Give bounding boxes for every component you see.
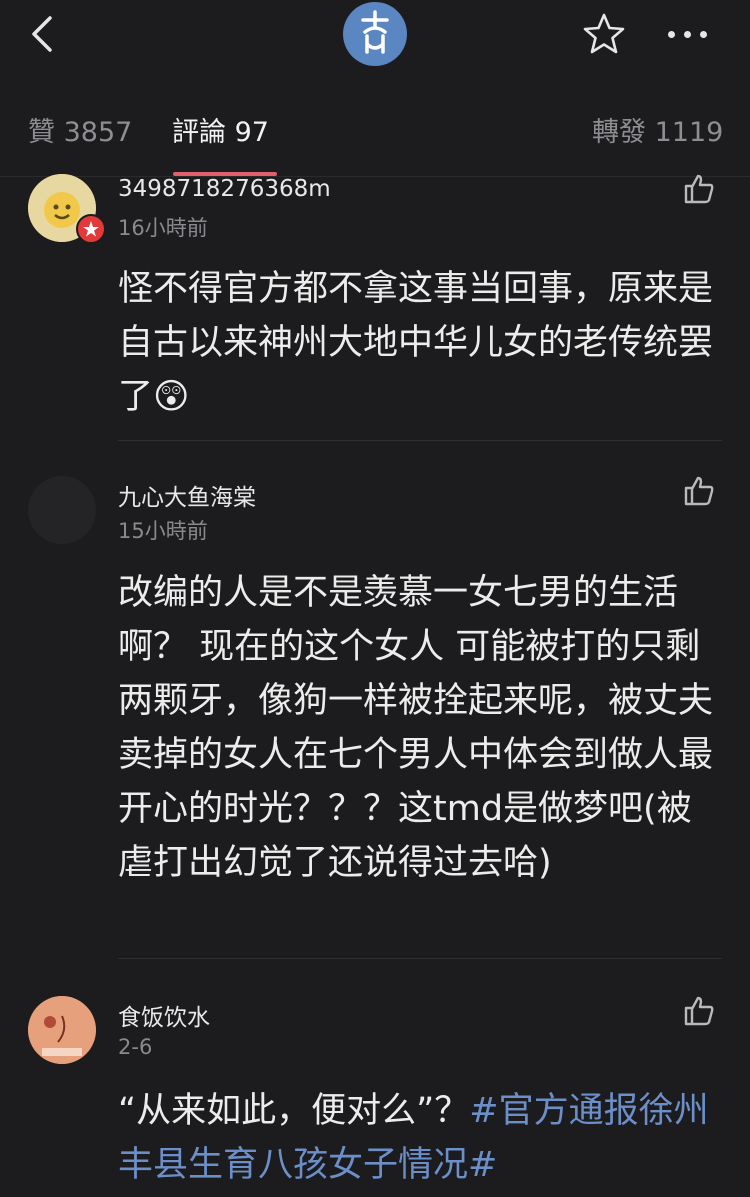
tab-reposts[interactable]: 轉發 1119: [592, 110, 723, 149]
comment-username[interactable]: 九心大鱼海棠: [118, 478, 256, 512]
top-bar: [0, 0, 750, 77]
comment-username[interactable]: 3498718276368m: [118, 176, 331, 202]
comment-text: 改编的人是不是羡慕一女七男的生活啊？ 现在的这个女人 可能被打的只剩两颗牙，像狗…: [118, 573, 714, 883]
comment-text: “从来如此，便对么”？#官方通报徐州丰县生育八孩女子情况#: [118, 1091, 709, 1185]
tab-bar: 贊 3857 評論 97 轉發 1119: [0, 76, 750, 177]
comment-time: 16小時前: [118, 216, 208, 240]
avatar[interactable]: [28, 996, 96, 1064]
chevron-left-icon[interactable]: [24, 14, 64, 54]
emoji: 😲: [153, 377, 190, 417]
comment-divider: [118, 440, 722, 441]
comment-divider: [118, 958, 722, 959]
thumbs-up-icon[interactable]: [682, 994, 716, 1028]
star-outline-icon[interactable]: [582, 12, 626, 56]
comment-username[interactable]: 食饭饮水: [118, 998, 210, 1032]
tab-comments[interactable]: 評論 97: [172, 110, 269, 149]
weibo-logo-icon[interactable]: [343, 2, 407, 66]
thumbs-up-icon[interactable]: [682, 172, 716, 206]
avatar[interactable]: [28, 476, 96, 544]
comment-text: 怪不得官方都不拿这事当回事，原来是自古以来神州大地中华儿女的老传统罢了😲: [118, 269, 714, 417]
comment-time: 2-6: [118, 1035, 153, 1059]
comment-time: 15小時前: [118, 519, 208, 543]
more-horizontal-icon[interactable]: [668, 22, 718, 46]
tab-likes[interactable]: 贊 3857: [28, 110, 132, 149]
verified-badge-icon: [76, 214, 106, 244]
thumbs-up-icon[interactable]: [682, 474, 716, 508]
